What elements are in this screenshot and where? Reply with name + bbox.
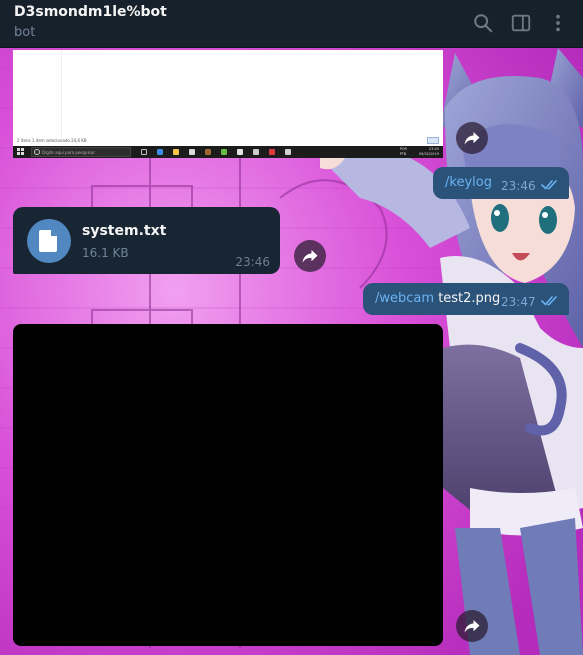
screenshot-view-toggle	[427, 137, 439, 144]
webcam-message-text: /webcam test2.png	[375, 291, 500, 306]
double-check-icon	[541, 180, 557, 190]
chat-subtitle: bot	[14, 25, 36, 40]
store-icon	[189, 149, 195, 155]
screenshot-taskbar: Digite aqui para pesquisar POR PTB 23:45…	[13, 146, 443, 158]
message-keylog[interactable]: /keylog 23:46	[433, 167, 569, 199]
chrome-icon	[269, 149, 275, 155]
app-icon-2	[221, 149, 227, 155]
screenshot-divider	[61, 50, 62, 138]
app-icon-4	[253, 149, 259, 155]
forward-icon	[464, 132, 480, 145]
webcam-argument: test2.png	[438, 291, 501, 306]
chat-title[interactable]: D3smondm1le%bot	[14, 4, 167, 20]
screenshot-clock: 23:45 09/02/2019	[419, 147, 439, 157]
screenshot-search-placeholder: Digite aqui para pesquisar	[42, 150, 95, 155]
file-size: 16.1 KB	[82, 246, 129, 260]
edge-icon	[157, 149, 163, 155]
chat-header: D3smondm1le%bot bot	[0, 0, 583, 48]
lang-line-2: PTB	[399, 152, 407, 156]
forward-icon	[302, 250, 318, 263]
explorer-icon	[173, 149, 179, 155]
message-webcam[interactable]: /webcam test2.png 23:47	[363, 283, 569, 315]
app-icon-5	[285, 149, 291, 155]
document-icon	[39, 230, 57, 252]
chat-history[interactable]: 2 itens 1 item selecionado 24,6 KB Digit…	[0, 48, 583, 655]
message-time: 23:47	[501, 295, 536, 309]
app-icon-3	[237, 149, 243, 155]
screenshot-search-box: Digite aqui para pesquisar	[31, 147, 131, 157]
search-icon[interactable]	[472, 12, 494, 34]
screenshot-language: POR PTB	[400, 147, 407, 157]
message-time: 23:46	[235, 255, 270, 269]
keylog-command-link[interactable]: /keylog	[445, 175, 492, 190]
cortana-icon	[34, 149, 40, 155]
screenshot-status-text: 2 itens 1 item selecionado 24,6 KB	[17, 138, 87, 143]
windows-logo-icon	[17, 148, 25, 156]
message-file[interactable]: system.txt 16.1 KB 23:46	[13, 207, 280, 274]
forward-button[interactable]	[456, 610, 488, 642]
more-vertical-icon[interactable]	[547, 12, 569, 34]
clock-date: 09/02/2019	[418, 152, 439, 156]
message-time: 23:46	[501, 179, 536, 193]
double-check-icon	[541, 296, 557, 306]
sidebar-toggle-icon[interactable]	[510, 12, 532, 34]
webcam-command-link[interactable]: /webcam	[375, 291, 434, 306]
forward-icon	[464, 620, 480, 633]
file-download-button[interactable]	[27, 219, 71, 263]
task-view-icon	[141, 149, 147, 155]
file-name[interactable]: system.txt	[82, 223, 166, 239]
forward-button[interactable]	[456, 122, 488, 154]
webcam-image[interactable]	[13, 324, 443, 646]
app-icon-1	[205, 149, 211, 155]
forward-button[interactable]	[294, 240, 326, 272]
screenshot-image[interactable]: 2 itens 1 item selecionado 24,6 KB Digit…	[13, 50, 443, 158]
